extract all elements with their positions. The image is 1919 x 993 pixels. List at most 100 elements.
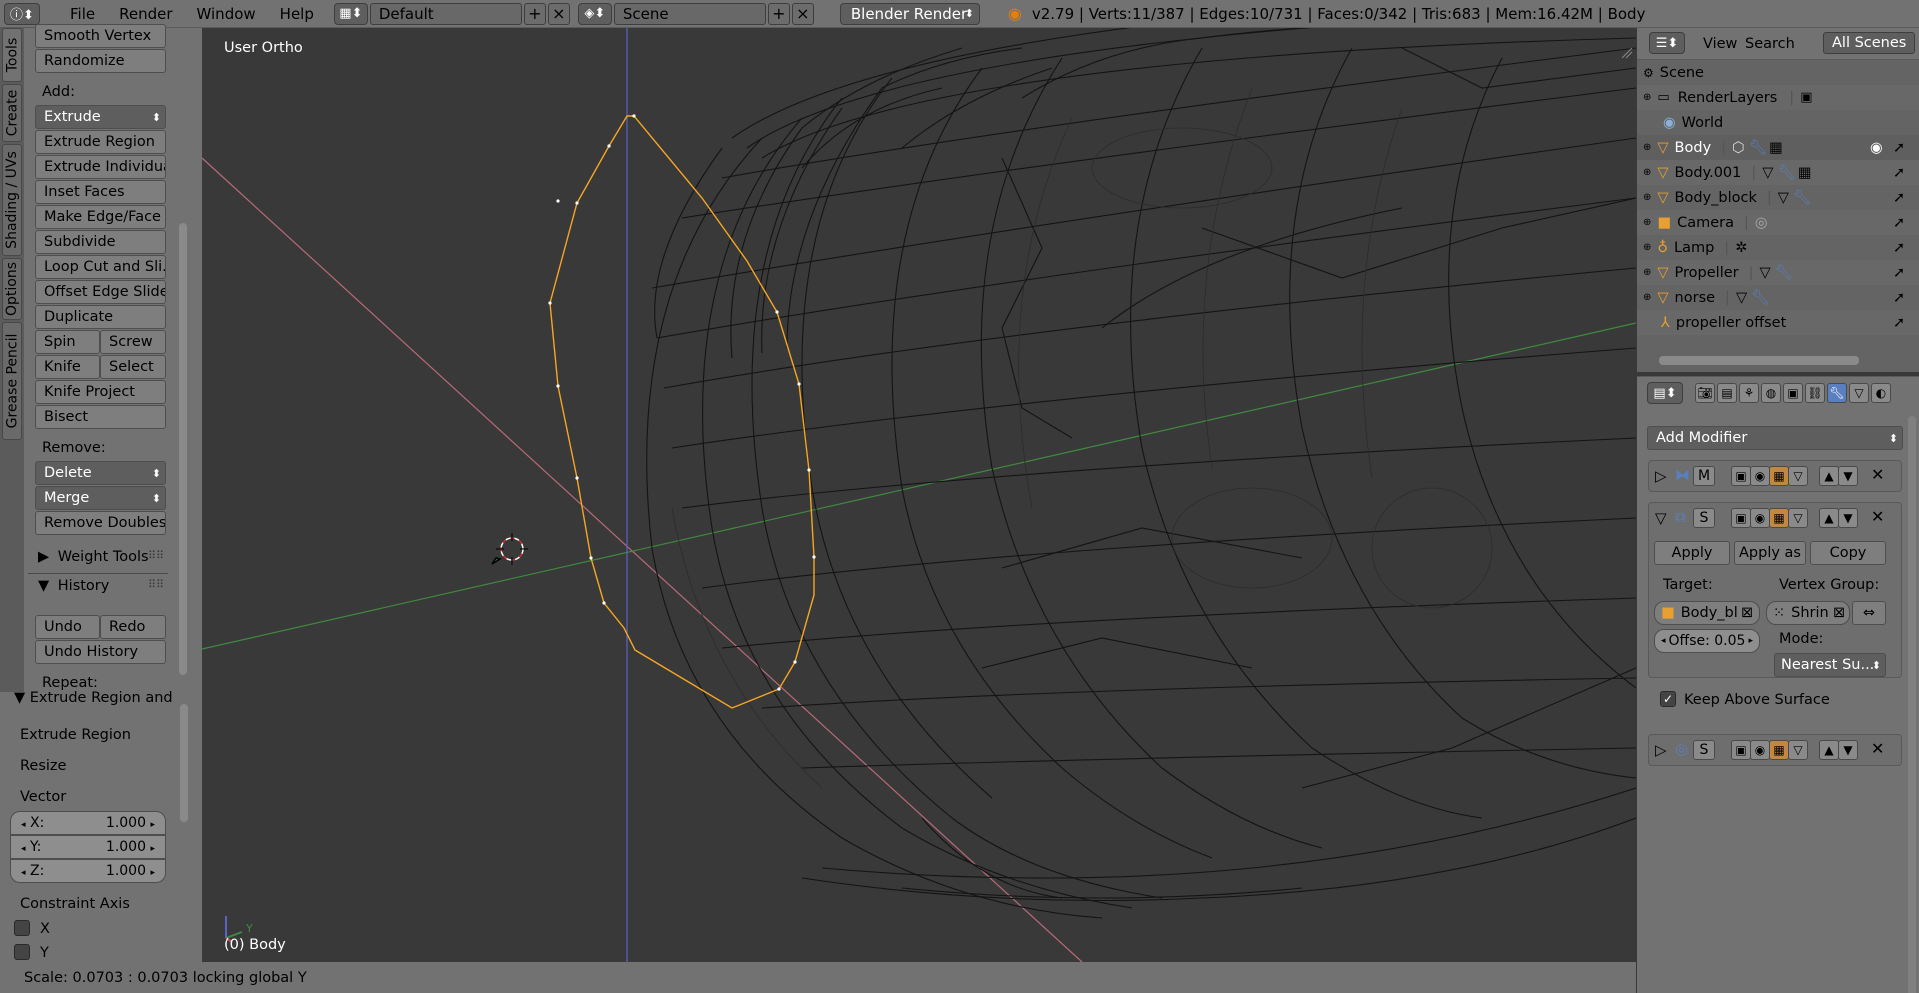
- select-arrow-icon[interactable]: ➚: [1893, 190, 1905, 206]
- constraint-y-checkbox[interactable]: [14, 944, 30, 960]
- tab-grease-pencil[interactable]: Grease Pencil: [2, 322, 22, 440]
- move-down-icon[interactable]: ▼: [1838, 508, 1858, 528]
- editmode-toggle-icon[interactable]: ▦: [1769, 740, 1789, 760]
- cage-toggle-icon[interactable]: ▽: [1788, 740, 1808, 760]
- outliner-editor-icon[interactable]: ☰⬍: [1649, 32, 1685, 54]
- vector-z-field[interactable]: ◂ Z: 1.000 ▸: [10, 859, 166, 883]
- expand-icon[interactable]: ⊕: [1643, 92, 1651, 103]
- undo-history-button[interactable]: Undo History: [35, 640, 166, 664]
- info-editor-icon[interactable]: ⓘ⬍: [4, 2, 40, 25]
- select-arrow-icon[interactable]: ➚: [1893, 315, 1905, 331]
- remove-modifier-icon[interactable]: ✕: [1871, 507, 1884, 526]
- apply-button[interactable]: Apply: [1654, 541, 1730, 565]
- tab-shading-uvs[interactable]: Shading / UVs: [2, 144, 22, 256]
- visibility-eye-icon[interactable]: ◉: [1870, 140, 1883, 156]
- tab-tools[interactable]: Tools: [2, 28, 22, 82]
- toolshelf-scrollbar[interactable]: [179, 223, 187, 675]
- remove-doubles-button[interactable]: Remove Doubles: [35, 511, 166, 535]
- history-header[interactable]: ▼ History: [38, 578, 109, 594]
- outliner-row-body-block[interactable]: ⊕ ▽ Body_block | ▽ 🔧︎ ➚: [1637, 185, 1919, 210]
- cage-toggle-icon[interactable]: ▽: [1788, 508, 1808, 528]
- menu-window[interactable]: Window: [185, 5, 268, 23]
- clear-vgroup-icon[interactable]: ⊠: [1833, 605, 1845, 621]
- add-scene-icon[interactable]: +: [767, 2, 790, 25]
- move-up-icon[interactable]: ▲: [1819, 466, 1839, 486]
- bisect-button[interactable]: Bisect: [35, 405, 166, 429]
- knife-project-button[interactable]: Knife Project: [35, 380, 166, 404]
- select-arrow-icon[interactable]: ➚: [1893, 140, 1905, 156]
- expand-icon[interactable]: ⊕: [1643, 267, 1651, 278]
- loop-cut-button[interactable]: Loop Cut and Sli...: [35, 255, 166, 279]
- expand-icon[interactable]: ⊕: [1643, 242, 1651, 253]
- expand-icon[interactable]: ⊕: [1643, 167, 1651, 178]
- keep-above-surface-checkbox[interactable]: ✓: [1660, 691, 1676, 707]
- extrude-individual-button[interactable]: Extrude Individual: [35, 155, 166, 179]
- extrude-region-button[interactable]: Extrude Region: [35, 130, 166, 154]
- editmode-toggle-icon[interactable]: ▦: [1769, 508, 1789, 528]
- spin-button[interactable]: Spin: [35, 330, 100, 354]
- target-field[interactable]: ■ Body_bl ⊠: [1654, 601, 1760, 625]
- viewport-toggle-icon[interactable]: ◉: [1750, 740, 1770, 760]
- make-edge-face-button[interactable]: Make Edge/Face: [35, 205, 166, 229]
- modifiers-tab-icon[interactable]: 🔧︎: [1827, 383, 1847, 403]
- layout-name-field[interactable]: Default: [369, 2, 522, 25]
- tab-options[interactable]: Options: [2, 258, 22, 320]
- render-engine-select[interactable]: Blender Render ⬍: [839, 2, 980, 25]
- copy-button[interactable]: Copy: [1810, 541, 1886, 565]
- expand-icon[interactable]: ⊕: [1643, 192, 1651, 203]
- viewport-toggle-icon[interactable]: ◉: [1750, 508, 1770, 528]
- remove-modifier-icon[interactable]: ✕: [1871, 739, 1884, 758]
- duplicate-button[interactable]: Duplicate: [35, 305, 166, 329]
- move-up-icon[interactable]: ▲: [1819, 740, 1839, 760]
- properties-scrollbar[interactable]: [1908, 416, 1916, 993]
- properties-editor-icon[interactable]: ▤⬍: [1647, 382, 1683, 404]
- move-down-icon[interactable]: ▼: [1838, 466, 1858, 486]
- outliner-row-propeller[interactable]: ⊕ ▽ Propeller | ▽ 🔧︎ ➚: [1637, 260, 1919, 285]
- outliner-search-menu[interactable]: Search: [1745, 36, 1795, 52]
- select-arrow-icon[interactable]: ➚: [1893, 240, 1905, 256]
- weight-tools-grip-icon[interactable]: ⠿⠿: [148, 549, 164, 562]
- menu-help[interactable]: Help: [268, 5, 326, 23]
- add-modifier-dropdown[interactable]: Add Modifier: [1647, 426, 1903, 450]
- select-button[interactable]: Select: [100, 355, 166, 379]
- expand-arrow-icon[interactable]: ▷: [1655, 467, 1667, 485]
- outliner-row-camera[interactable]: ⊕ ■ Camera | ◎ ➚: [1637, 210, 1919, 235]
- scene-name-field[interactable]: Scene: [613, 2, 766, 25]
- modifier-2-name-field[interactable]: S: [1693, 508, 1715, 528]
- data-tab-icon[interactable]: ▽: [1849, 383, 1869, 403]
- remove-layout-icon[interactable]: ×: [547, 2, 570, 25]
- render-layers-tab-icon[interactable]: ▤: [1717, 383, 1737, 403]
- knife-button[interactable]: Knife: [35, 355, 100, 379]
- clear-target-icon[interactable]: ⊠: [1741, 605, 1753, 621]
- expand-icon[interactable]: ⊕: [1643, 292, 1651, 303]
- inset-faces-button[interactable]: Inset Faces: [35, 180, 166, 204]
- move-down-icon[interactable]: ▼: [1838, 740, 1858, 760]
- offset-field[interactable]: ◂ Offse: 0.05 ▸: [1654, 629, 1760, 653]
- add-layout-icon[interactable]: +: [523, 2, 546, 25]
- menu-render[interactable]: Render: [107, 5, 184, 23]
- select-arrow-icon[interactable]: ➚: [1893, 165, 1905, 181]
- outliner-row-body-001[interactable]: ⊕ ▽ Body.001 | ▽ 🔧︎ ▦ ➚: [1637, 160, 1919, 185]
- invert-vgroup-button[interactable]: ⇔: [1852, 601, 1886, 625]
- offset-edge-slide-button[interactable]: Offset Edge Slide: [35, 280, 166, 304]
- apply-as-shape-button[interactable]: Apply as S: [1734, 541, 1806, 565]
- scene-icon[interactable]: ◈⬍: [577, 2, 612, 25]
- history-grip-icon[interactable]: ⠿⠿: [148, 578, 164, 591]
- delete-dropdown[interactable]: Delete: [35, 461, 166, 485]
- randomize-button[interactable]: Randomize: [35, 49, 166, 73]
- redo-button[interactable]: Redo: [100, 615, 166, 639]
- vector-y-field[interactable]: ◂ Y: 1.000 ▸: [10, 835, 166, 859]
- outliner-row-world[interactable]: ◉ World: [1637, 110, 1919, 135]
- render-tab-icon[interactable]: 📷︎: [1695, 383, 1715, 403]
- screw-button[interactable]: Screw: [100, 330, 166, 354]
- outliner-view-menu[interactable]: View: [1703, 36, 1737, 52]
- world-tab-icon[interactable]: ◍: [1761, 383, 1781, 403]
- remove-scene-icon[interactable]: ×: [791, 2, 814, 25]
- outliner-row-norse[interactable]: ⊕ ▽ norse | ▽ 🔧︎ ➚: [1637, 285, 1919, 310]
- undo-button[interactable]: Undo: [35, 615, 100, 639]
- vector-x-field[interactable]: ◂ X: 1.000 ▸: [10, 811, 166, 835]
- layout-icon[interactable]: ▦⬍: [333, 2, 368, 25]
- modifier-1-name-field[interactable]: M: [1693, 466, 1715, 486]
- cage-toggle-icon[interactable]: ▽: [1788, 466, 1808, 486]
- outliner-row-body[interactable]: ⊕ ▽ Body | ⬡ 🔧︎ ▦ ◉ ➚: [1637, 135, 1919, 160]
